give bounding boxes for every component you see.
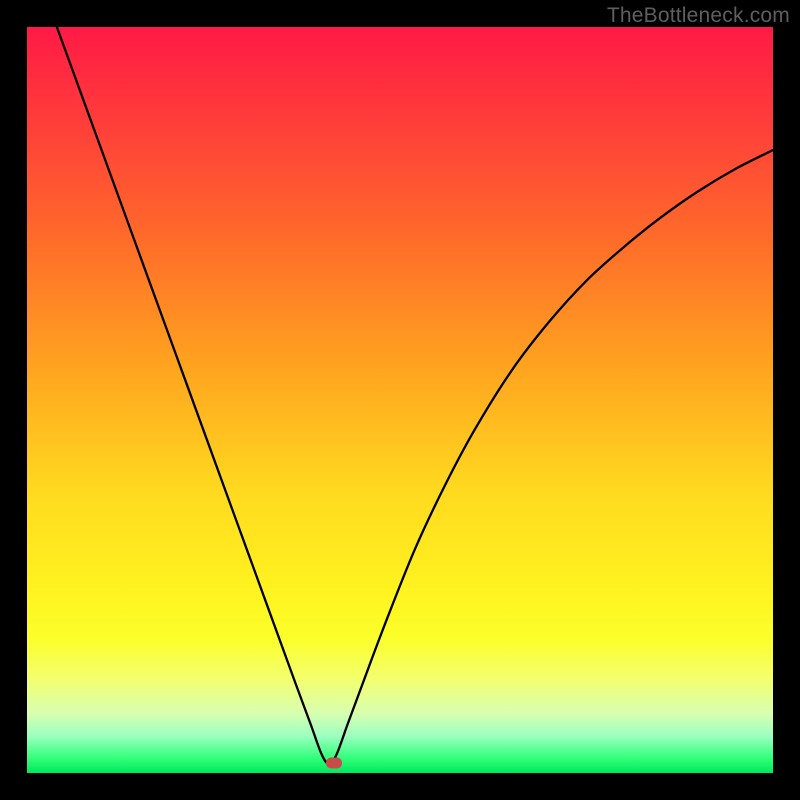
plot-area xyxy=(27,27,773,773)
curve-path xyxy=(57,27,773,764)
bottleneck-curve xyxy=(27,27,773,773)
watermark-text: TheBottleneck.com xyxy=(607,4,790,28)
outer-frame: TheBottleneck.com xyxy=(0,0,800,800)
minimum-marker xyxy=(326,758,342,769)
